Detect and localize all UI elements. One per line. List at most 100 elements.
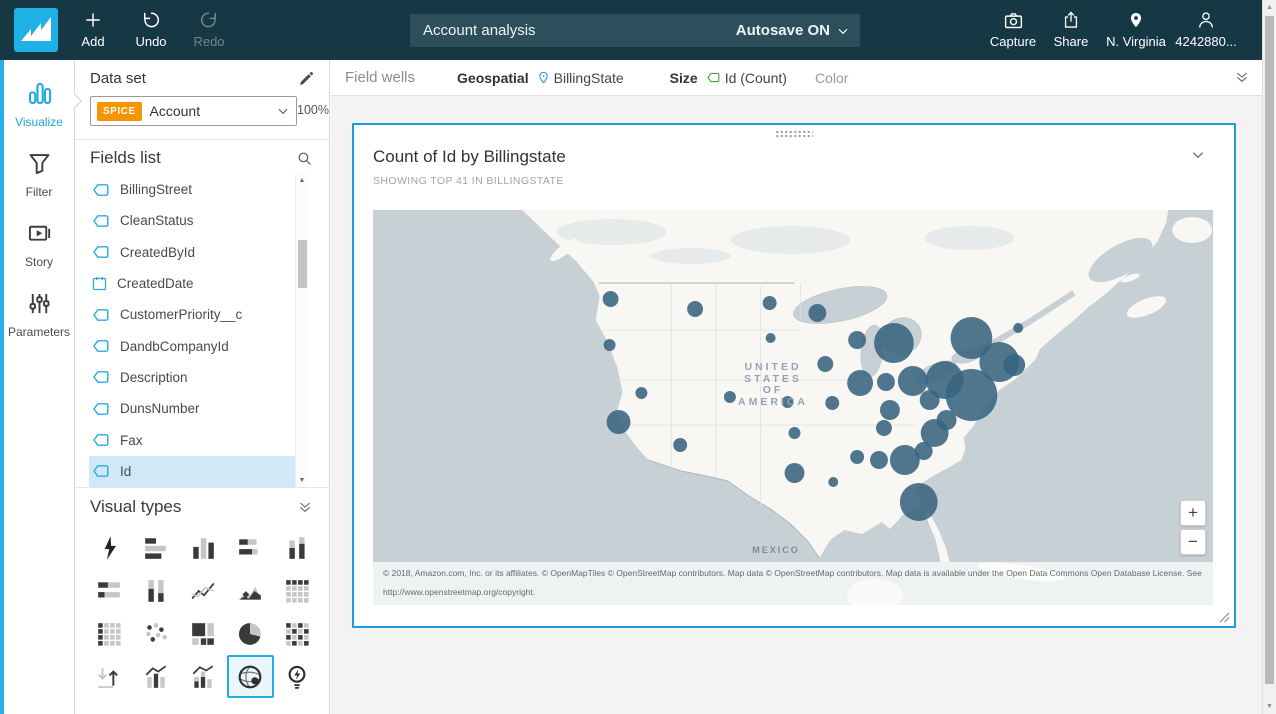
- dataset-select[interactable]: SPICE Account: [90, 96, 297, 126]
- field-wells-bar[interactable]: Field wells Geospatial BillingState Size…: [331, 60, 1262, 96]
- map-bubble[interactable]: [687, 301, 703, 317]
- search-icon[interactable]: [296, 150, 313, 167]
- fields-scrollbar-thumb[interactable]: [298, 240, 307, 288]
- undo-button[interactable]: Undo: [122, 9, 180, 49]
- visual-type-vertical-bar[interactable]: [179, 526, 226, 569]
- sidebar-item-story[interactable]: Story: [4, 220, 74, 269]
- map-bubble[interactable]: [607, 410, 631, 434]
- page-scrollbar-thumb[interactable]: [1265, 16, 1274, 684]
- map-bubble[interactable]: [1003, 354, 1025, 376]
- field-item-Id[interactable]: Id: [89, 456, 295, 487]
- map-bubble[interactable]: [870, 451, 888, 469]
- scrollbar-down-icon[interactable]: ▼: [1263, 703, 1276, 710]
- map-bubble[interactable]: [789, 427, 801, 439]
- visual-type-tree-map[interactable]: [179, 612, 226, 655]
- visual-type-points-on-map[interactable]: [227, 655, 274, 698]
- map-bubble[interactable]: [920, 390, 940, 410]
- field-item-Fax[interactable]: Fax: [89, 424, 295, 455]
- visual-type-area-line-chart[interactable]: [227, 569, 274, 612]
- map-bubble[interactable]: [766, 333, 776, 343]
- points-on-map-visual[interactable]: UNITEDSTATES OFAMERICA MEXICO © 2018, Am…: [373, 210, 1213, 605]
- visual-menu-chevron-icon[interactable]: [1190, 147, 1206, 163]
- zoom-in-button[interactable]: +: [1180, 500, 1206, 526]
- scrollbar-up-icon[interactable]: ▲: [296, 177, 308, 184]
- map-bubble[interactable]: [635, 387, 647, 399]
- resize-handle[interactable]: [1219, 612, 1230, 623]
- visual-card[interactable]: Count of Id by Billingstate SHOWING TOP …: [352, 123, 1236, 628]
- map-bubble[interactable]: [673, 438, 687, 452]
- field-item-CreatedById[interactable]: CreatedById: [89, 237, 295, 268]
- map-bubble[interactable]: [825, 396, 839, 410]
- visual-type-auto-graph[interactable]: [85, 526, 132, 569]
- field-item-BillingStreet[interactable]: BillingStreet: [89, 174, 295, 205]
- redo-button[interactable]: Redo: [180, 9, 238, 49]
- visual-type-horizontal-bar[interactable]: [132, 526, 179, 569]
- map-bubble[interactable]: [724, 391, 736, 403]
- map-bubble[interactable]: [877, 373, 895, 391]
- visual-type-horizontal-stacked-bar[interactable]: [227, 526, 274, 569]
- map-bubble[interactable]: [785, 463, 805, 483]
- visual-type-insights[interactable]: [274, 655, 321, 698]
- map-bubble[interactable]: [817, 356, 833, 372]
- map-bubble[interactable]: [1013, 323, 1023, 333]
- page-scrollbar[interactable]: ▲ ▼: [1262, 0, 1276, 714]
- add-button[interactable]: Add: [64, 9, 122, 49]
- map-bubble[interactable]: [848, 331, 866, 349]
- visual-type-line-chart[interactable]: [179, 569, 226, 612]
- scrollbar-up-icon[interactable]: ▲: [1263, 4, 1276, 11]
- capture-button[interactable]: Capture: [984, 9, 1042, 49]
- double-chevron-down-icon[interactable]: [1234, 69, 1250, 85]
- size-well-value[interactable]: Id (Count): [706, 70, 787, 86]
- map-bubble[interactable]: [763, 296, 777, 310]
- field-item-CreatedDate[interactable]: CreatedDate: [89, 268, 295, 299]
- map-bubble[interactable]: [828, 477, 838, 487]
- quicksight-logo-icon[interactable]: [14, 8, 58, 52]
- drag-handle[interactable]: [775, 130, 813, 138]
- geospatial-well-value[interactable]: BillingState: [537, 70, 624, 86]
- field-item-CleanStatus[interactable]: CleanStatus: [89, 205, 295, 236]
- map-bubble[interactable]: [898, 366, 928, 396]
- us-map: [373, 210, 1213, 605]
- field-item-DunsNumber[interactable]: DunsNumber: [89, 393, 295, 424]
- map-bubble[interactable]: [874, 323, 914, 363]
- color-well-label[interactable]: Color: [815, 70, 848, 86]
- map-bubble[interactable]: [808, 304, 826, 322]
- edit-pencil-icon[interactable]: [298, 70, 315, 87]
- visual-type-vertical-stacked-bar[interactable]: [274, 526, 321, 569]
- sidebar-item-parameters[interactable]: Parameters: [4, 290, 74, 339]
- map-bubble[interactable]: [850, 450, 864, 464]
- scrollbar-down-icon[interactable]: ▼: [296, 477, 308, 484]
- visual-type-vertical-100-stacked-bar[interactable]: [132, 569, 179, 612]
- field-item-Description[interactable]: Description: [89, 362, 295, 393]
- zoom-out-button[interactable]: −: [1180, 529, 1206, 555]
- visual-type-kpi[interactable]: [85, 655, 132, 698]
- analysis-title-box[interactable]: Account analysis Autosave ON: [410, 14, 860, 47]
- sidebar-item-visualize[interactable]: Visualize: [4, 80, 74, 129]
- visual-type-scatter-plot[interactable]: [132, 612, 179, 655]
- autosave-toggle[interactable]: Autosave ON: [736, 22, 860, 39]
- visual-type-horizontal-100-stacked-bar[interactable]: [85, 569, 132, 612]
- sidebar-item-filter[interactable]: Filter: [4, 150, 74, 199]
- analysis-title: Account analysis: [410, 22, 536, 39]
- field-item-DandbCompanyId[interactable]: DandbCompanyId: [89, 330, 295, 361]
- map-bubble[interactable]: [876, 420, 892, 436]
- visual-type-pivot-table[interactable]: [274, 569, 321, 612]
- share-button[interactable]: Share: [1042, 9, 1100, 49]
- visual-type-combo-bar-line[interactable]: [132, 655, 179, 698]
- map-bubble[interactable]: [900, 483, 938, 521]
- map-bubble[interactable]: [603, 291, 619, 307]
- double-chevron-down-icon[interactable]: [297, 499, 313, 515]
- map-bubble[interactable]: [847, 370, 873, 396]
- user-menu[interactable]: 4242880...: [1172, 9, 1240, 49]
- visual-type-pie-chart[interactable]: [227, 612, 274, 655]
- region-selector[interactable]: N. Virginia: [1100, 9, 1172, 49]
- visual-type-heat-map[interactable]: [274, 612, 321, 655]
- field-item-CustomerPriority__c[interactable]: CustomerPriority__c: [89, 299, 295, 330]
- fields-scrollbar[interactable]: ▲ ▼: [295, 174, 308, 487]
- map-bubble[interactable]: [915, 442, 933, 460]
- map-bubble[interactable]: [604, 339, 616, 351]
- map-bubble[interactable]: [782, 396, 794, 408]
- visual-type-table[interactable]: [85, 612, 132, 655]
- map-bubble[interactable]: [880, 400, 900, 420]
- visual-type-combo-stacked-bar-line[interactable]: [179, 655, 226, 698]
